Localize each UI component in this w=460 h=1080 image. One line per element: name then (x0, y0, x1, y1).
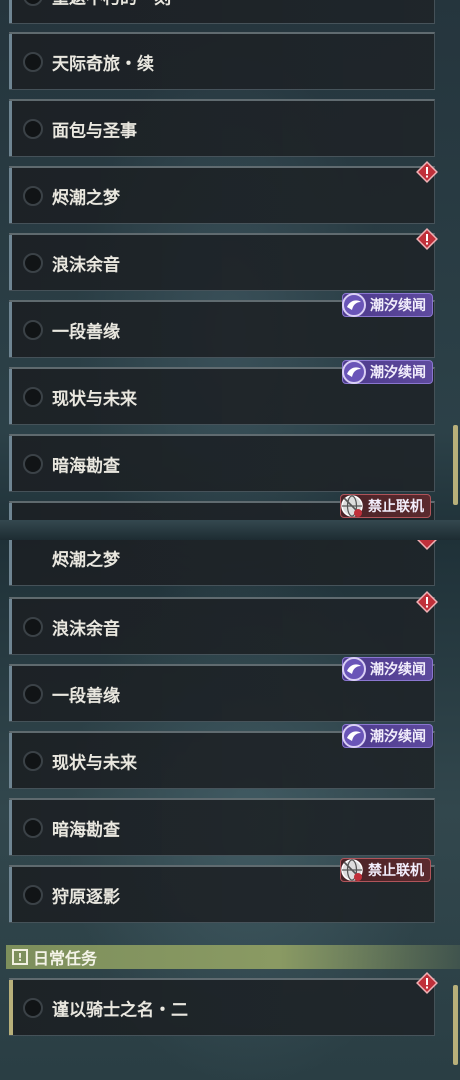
quest-label: 现状与未来 (52, 389, 137, 409)
exclamation-box-icon: ! (12, 949, 28, 965)
quest-list-panel-top: 重返不朽的一刻 天际奇旅・续 面包与圣事 烬潮之梦 浪沫余音 一段善缘 现状与未… (0, 0, 460, 520)
no-coop-globe-icon (341, 495, 363, 517)
panel-divider (0, 520, 460, 540)
section-title: 日常任务 (33, 949, 98, 968)
no-coop-globe-icon (341, 859, 363, 881)
quest-item[interactable]: 暗海勘查 (9, 798, 435, 856)
tide-story-badge: 潮汐续闻 (342, 360, 433, 384)
quest-label: 重返不朽的一刻 (52, 0, 171, 8)
quest-radio[interactable] (23, 683, 43, 704)
tide-story-badge: 潮汐续闻 (342, 293, 433, 317)
quest-item[interactable]: 面包与圣事 (9, 99, 435, 157)
no-coop-badge: 禁止联机 (340, 858, 431, 882)
quest-item[interactable]: 烬潮之梦 (9, 540, 435, 586)
alert-diamond-icon (416, 591, 438, 613)
quest-item[interactable]: 谨以骑士之名・二 (9, 978, 435, 1036)
quest-label: 暗海勘查 (52, 820, 120, 840)
quest-radio[interactable] (23, 386, 43, 407)
daily-quests-header[interactable]: ! 日常任务 (6, 945, 460, 969)
quest-radio[interactable] (23, 884, 43, 905)
quest-item[interactable]: 暗海勘查 (9, 434, 435, 492)
no-coop-badge: 禁止联机 (340, 494, 431, 518)
quest-label: 一段善缘 (52, 686, 120, 706)
scrollbar-thumb[interactable] (453, 425, 458, 505)
quest-item[interactable]: 重返不朽的一刻 (9, 0, 435, 24)
no-coop-label: 禁止联机 (368, 863, 424, 879)
quest-label: 暗海勘查 (52, 456, 120, 476)
quest-radio[interactable] (23, 185, 43, 206)
quest-label: 谨以骑士之名・二 (52, 1000, 188, 1020)
quest-item[interactable]: 天际奇旅・续 (9, 32, 435, 90)
tide-story-label: 潮汐续闻 (370, 662, 426, 678)
quest-radio[interactable] (23, 616, 43, 637)
quest-item[interactable]: 烬潮之梦 (9, 166, 435, 224)
quest-radio[interactable] (23, 750, 43, 771)
scrollbar-thumb[interactable] (453, 985, 458, 1065)
quest-item[interactable]: 浪沫余音 (9, 233, 435, 291)
alert-diamond-icon (416, 540, 438, 550)
quest-radio[interactable] (23, 252, 43, 273)
quest-item[interactable]: 浪沫余音 (9, 597, 435, 655)
quest-radio[interactable] (23, 997, 43, 1018)
quest-label: 浪沫余音 (52, 619, 120, 639)
quest-radio[interactable] (23, 118, 43, 139)
quest-radio[interactable] (23, 319, 43, 340)
tide-swirl-icon (342, 360, 366, 384)
alert-diamond-icon (416, 228, 438, 250)
quest-label: 烬潮之梦 (52, 550, 120, 570)
no-coop-label: 禁止联机 (368, 499, 424, 515)
quest-label: 天际奇旅・续 (52, 54, 154, 74)
tide-story-label: 潮汐续闻 (370, 298, 426, 314)
alert-diamond-icon (416, 161, 438, 183)
quest-label: 狩原逐影 (52, 887, 120, 907)
quest-label: 一段善缘 (52, 322, 120, 342)
tide-swirl-icon (342, 657, 366, 681)
tide-story-label: 潮汐续闻 (370, 729, 426, 745)
quest-radio[interactable] (23, 51, 43, 72)
quest-label: 面包与圣事 (52, 121, 137, 141)
alert-diamond-icon (416, 972, 438, 994)
quest-label: 浪沫余音 (52, 255, 120, 275)
quest-radio[interactable] (23, 453, 43, 474)
quest-radio[interactable] (23, 0, 43, 6)
tide-swirl-icon (342, 724, 366, 748)
tide-story-badge: 潮汐续闻 (342, 724, 433, 748)
tide-swirl-icon (342, 293, 366, 317)
quest-label: 烬潮之梦 (52, 188, 120, 208)
tide-story-label: 潮汐续闻 (370, 365, 426, 381)
tide-story-badge: 潮汐续闻 (342, 657, 433, 681)
quest-label: 现状与未来 (52, 753, 137, 773)
quest-radio[interactable] (23, 817, 43, 838)
